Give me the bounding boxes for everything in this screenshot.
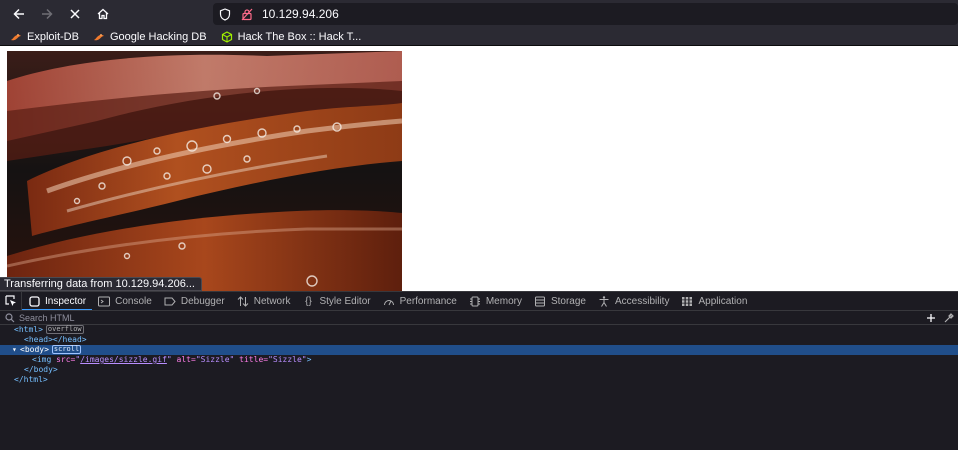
bookmark-exploit-db[interactable]: Exploit-DB — [10, 31, 79, 43]
bookmark-google-hacking-db[interactable]: Google Hacking DB — [93, 31, 207, 43]
tab-inspector[interactable]: Inspector — [22, 292, 93, 311]
tab-accessibility[interactable]: Accessibility — [592, 292, 675, 311]
node-html[interactable]: <html> overflow — [0, 325, 958, 335]
application-icon — [681, 295, 693, 307]
tab-network[interactable]: Network — [231, 292, 297, 311]
node-body[interactable]: ▾ <body> scroll — [0, 345, 958, 355]
tab-console[interactable]: Console — [92, 292, 158, 311]
add-node-button[interactable] — [922, 311, 940, 325]
status-bar: Transferring data from 10.129.94.206... — [0, 277, 202, 291]
devtools-tab-bar: Inspector Console Debugger Network {} St… — [0, 291, 958, 311]
inspector-icon — [28, 295, 40, 307]
node-html-close[interactable]: </html> — [0, 375, 958, 385]
search-bar-actions — [922, 311, 958, 325]
htb-icon — [221, 30, 233, 43]
accessibility-icon — [598, 295, 610, 307]
performance-icon — [383, 295, 395, 307]
url-text[interactable]: 10.129.94.206 — [262, 7, 339, 21]
node-body-close[interactable]: </body> — [0, 365, 958, 375]
search-icon — [5, 312, 15, 323]
stop-button[interactable] — [61, 0, 89, 28]
shield-icon[interactable] — [218, 7, 232, 21]
element-picker-icon — [4, 295, 16, 306]
img-src-link[interactable]: /images/sizzle.gif — [80, 355, 167, 364]
tab-application[interactable]: Application — [675, 292, 753, 311]
network-icon — [237, 295, 249, 307]
tab-memory[interactable]: Memory — [463, 292, 528, 311]
tab-storage[interactable]: Storage — [528, 292, 592, 311]
overflow-badge[interactable]: overflow — [45, 325, 84, 334]
browser-toolbar: 10.129.94.206 — [0, 0, 958, 28]
console-icon — [98, 295, 111, 307]
plus-icon — [927, 314, 935, 322]
expand-toggle-icon[interactable]: ▾ — [12, 345, 20, 355]
home-icon — [97, 8, 109, 20]
url-bar[interactable]: 10.129.94.206 — [213, 3, 958, 25]
bookmarks-bar: Exploit-DB Google Hacking DB Hack The Bo… — [0, 28, 958, 46]
bookmark-hack-the-box[interactable]: Hack The Box :: Hack T... — [221, 30, 361, 43]
node-head[interactable]: <head></head> — [0, 335, 958, 345]
memory-icon — [469, 295, 481, 307]
tab-performance[interactable]: Performance — [377, 292, 463, 311]
eyedropper-button[interactable] — [940, 311, 958, 325]
search-html-bar — [0, 310, 958, 325]
forward-button[interactable] — [33, 0, 61, 28]
close-icon — [70, 9, 80, 19]
home-button[interactable] — [89, 0, 117, 28]
sizzle-image — [7, 51, 402, 291]
forward-arrow-icon — [42, 8, 53, 20]
search-html-input[interactable] — [19, 312, 819, 323]
eyedropper-icon — [944, 313, 954, 323]
markup-tree: <html> overflow <head></head> ▾ <body> scro… — [0, 325, 958, 450]
back-button[interactable] — [5, 0, 33, 28]
page-viewport — [0, 46, 958, 291]
exploit-db-icon — [10, 31, 22, 43]
storage-icon — [534, 295, 546, 307]
node-img[interactable]: <img src="/images/sizzle.gif" alt="Sizzl… — [0, 355, 958, 365]
element-picker-button[interactable] — [0, 291, 22, 311]
debugger-icon — [164, 295, 176, 307]
style-editor-icon: {} — [305, 295, 312, 307]
scroll-badge[interactable]: scroll — [51, 345, 82, 354]
tab-debugger[interactable]: Debugger — [158, 292, 231, 311]
back-arrow-icon — [13, 8, 24, 20]
ghdb-icon — [93, 31, 105, 43]
insecure-lock-icon[interactable] — [240, 7, 254, 21]
tab-style-editor[interactable]: {} Style Editor — [296, 292, 376, 311]
